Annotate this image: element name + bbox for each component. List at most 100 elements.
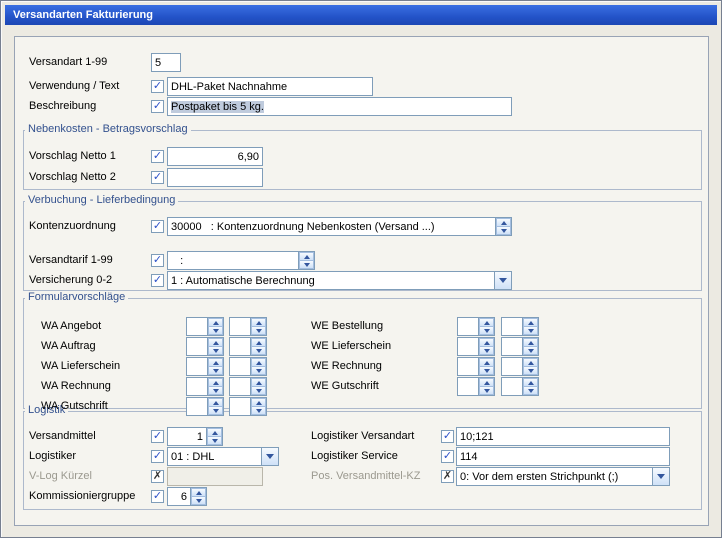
- dropdown-arrow-icon[interactable]: [261, 448, 278, 465]
- we-rechnung-field-1[interactable]: [457, 357, 495, 376]
- spin-down-icon[interactable]: [191, 497, 206, 505]
- logistiker-versandart-input[interactable]: 10;121: [456, 427, 670, 446]
- spin-down-icon[interactable]: [208, 387, 223, 395]
- spin-up-icon[interactable]: [208, 318, 223, 327]
- wa-gutschrift-field-1[interactable]: [186, 397, 224, 416]
- logistiker-checkbox[interactable]: ✓: [151, 450, 164, 463]
- spin-up-icon[interactable]: [496, 218, 511, 227]
- we-bestellung-field-1[interactable]: [457, 317, 495, 336]
- spin-up-icon[interactable]: [479, 318, 494, 327]
- spin-up-icon[interactable]: [251, 338, 266, 347]
- spin-down-icon[interactable]: [208, 407, 223, 415]
- versandtarif-label: Versandtarif 1-99: [29, 254, 113, 266]
- spin-down-icon[interactable]: [523, 347, 538, 355]
- pos-versandmittel-kz-dropdown[interactable]: 0: Vor dem ersten Strichpunkt (;): [456, 467, 670, 486]
- logistiker-service-input[interactable]: 114: [456, 447, 670, 466]
- spinner: [207, 398, 223, 415]
- spin-up-icon[interactable]: [208, 378, 223, 387]
- wa-lieferschein-field-2[interactable]: [229, 357, 267, 376]
- wa-auftrag-field-1[interactable]: [186, 337, 224, 356]
- spin-down-icon[interactable]: [523, 367, 538, 375]
- pos-versandmittel-kz-checkbox[interactable]: ✗: [441, 470, 454, 483]
- wa-rechnung-field-1[interactable]: [186, 377, 224, 396]
- verwendung-input[interactable]: DHL-Paket Nachnahme: [167, 77, 373, 96]
- spinner: [522, 378, 538, 395]
- spin-up-icon[interactable]: [251, 378, 266, 387]
- kommissioniergruppe-input[interactable]: 6: [167, 487, 207, 506]
- titlebar[interactable]: Versandarten Fakturierung: [5, 5, 717, 25]
- logistiker-service-checkbox[interactable]: ✓: [441, 450, 454, 463]
- we-lieferschein-field-1[interactable]: [457, 337, 495, 356]
- wa-gutschrift-field-2[interactable]: [229, 397, 267, 416]
- versandmittel-input[interactable]: 1: [167, 427, 223, 446]
- wa-rechnung-field-2[interactable]: [229, 377, 267, 396]
- wa-auftrag-field-2[interactable]: [229, 337, 267, 356]
- beschreibung-checkbox[interactable]: ✓: [151, 100, 164, 113]
- versandmittel-checkbox[interactable]: ✓: [151, 430, 164, 443]
- spin-down-icon[interactable]: [208, 367, 223, 375]
- spin-up-icon[interactable]: [208, 338, 223, 347]
- spin-down-icon[interactable]: [207, 437, 222, 445]
- versicherung-dropdown[interactable]: 1 : Automatische Berechnung: [167, 271, 512, 290]
- spin-up-icon[interactable]: [251, 358, 266, 367]
- spin-down-icon[interactable]: [251, 387, 266, 395]
- spin-down-icon[interactable]: [208, 327, 223, 335]
- vorschlag-netto-2-checkbox[interactable]: ✓: [151, 171, 164, 184]
- kommissioniergruppe-checkbox[interactable]: ✓: [151, 490, 164, 503]
- spin-up-icon[interactable]: [208, 398, 223, 407]
- we-rechnung-field-2[interactable]: [501, 357, 539, 376]
- spin-up-icon[interactable]: [191, 488, 206, 497]
- vorschlag-netto-1-input[interactable]: 6,90: [167, 147, 263, 166]
- spin-up-icon[interactable]: [523, 318, 538, 327]
- spin-up-icon[interactable]: [523, 378, 538, 387]
- kontenzuordnung-checkbox[interactable]: ✓: [151, 220, 164, 233]
- spin-down-icon[interactable]: [479, 367, 494, 375]
- spin-up-icon[interactable]: [523, 338, 538, 347]
- wa-angebot-field-2[interactable]: [229, 317, 267, 336]
- spin-down-icon[interactable]: [251, 407, 266, 415]
- spin-down-icon[interactable]: [251, 347, 266, 355]
- kommissioniergruppe-label: Kommissioniergruppe: [29, 490, 135, 502]
- spin-down-icon[interactable]: [479, 387, 494, 395]
- verwendung-checkbox[interactable]: ✓: [151, 80, 164, 93]
- beschreibung-input[interactable]: Postpaket bis 5 kg.: [167, 97, 512, 116]
- versandtarif-combobox[interactable]: :: [167, 251, 315, 270]
- spin-up-icon[interactable]: [251, 318, 266, 327]
- logistiker-dropdown[interactable]: 01 : DHL: [167, 447, 279, 466]
- we-bestellung-field-2[interactable]: [501, 317, 539, 336]
- spin-down-icon[interactable]: [251, 367, 266, 375]
- spin-down-icon[interactable]: [496, 227, 511, 235]
- spin-down-icon[interactable]: [479, 347, 494, 355]
- logistiker-versandart-checkbox[interactable]: ✓: [441, 430, 454, 443]
- we-gutschrift-field-1[interactable]: [457, 377, 495, 396]
- we-gutschrift-field-2[interactable]: [501, 377, 539, 396]
- versandart-input[interactable]: 5: [151, 53, 181, 72]
- spin-down-icon[interactable]: [479, 327, 494, 335]
- spin-up-icon[interactable]: [208, 358, 223, 367]
- spin-up-icon[interactable]: [207, 428, 222, 437]
- pos-versandmittel-kz-value: 0: Vor dem ersten Strichpunkt (;): [460, 471, 618, 483]
- spin-down-icon[interactable]: [208, 347, 223, 355]
- spin-down-icon[interactable]: [251, 327, 266, 335]
- spin-up-icon[interactable]: [299, 252, 314, 261]
- wa-angebot-field-1[interactable]: [186, 317, 224, 336]
- spin-down-icon[interactable]: [523, 387, 538, 395]
- versicherung-checkbox[interactable]: ✓: [151, 274, 164, 287]
- kontenzuordnung-combobox[interactable]: 30000 : Kontenzuordnung Nebenkosten (Ver…: [167, 217, 512, 236]
- spin-up-icon[interactable]: [251, 398, 266, 407]
- dropdown-arrow-icon[interactable]: [494, 272, 511, 289]
- spin-up-icon[interactable]: [479, 378, 494, 387]
- we-lieferschein-field-2[interactable]: [501, 337, 539, 356]
- spin-up-icon[interactable]: [479, 338, 494, 347]
- spin-down-icon[interactable]: [299, 261, 314, 269]
- vorschlag-netto-2-input[interactable]: [167, 168, 263, 187]
- dropdown-arrow-icon[interactable]: [652, 468, 669, 485]
- spin-up-icon[interactable]: [523, 358, 538, 367]
- spin-up-icon[interactable]: [479, 358, 494, 367]
- versandtarif-checkbox[interactable]: ✓: [151, 254, 164, 267]
- spin-down-icon[interactable]: [523, 327, 538, 335]
- vlog-kuerzel-checkbox[interactable]: ✗: [151, 470, 164, 483]
- versandtarif-value: :: [171, 255, 183, 267]
- vorschlag-netto-1-checkbox[interactable]: ✓: [151, 150, 164, 163]
- wa-lieferschein-field-1[interactable]: [186, 357, 224, 376]
